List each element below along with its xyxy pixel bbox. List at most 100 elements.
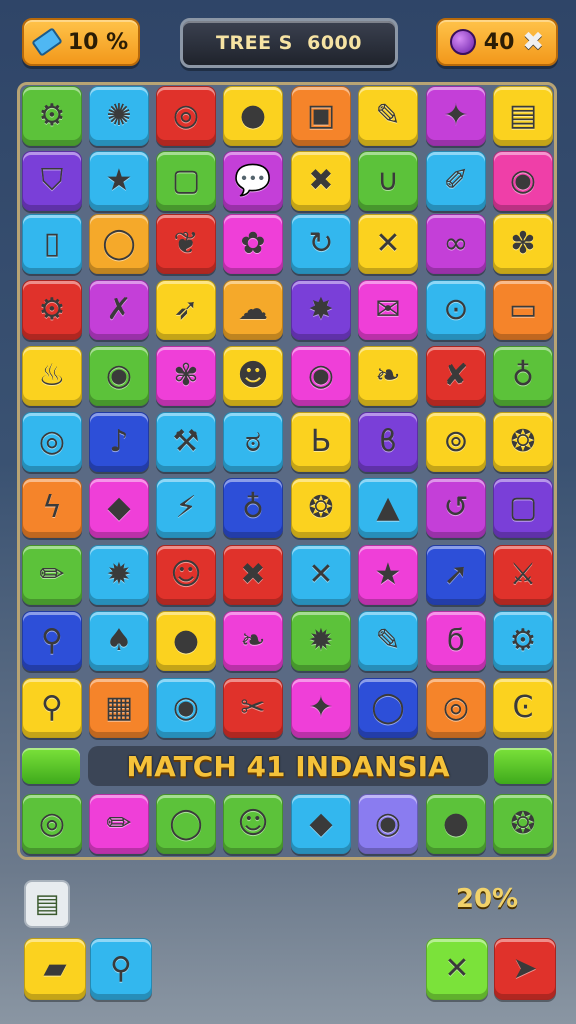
- game-tile[interactable]: ⚡: [156, 478, 216, 538]
- coil-icon: ◎: [442, 690, 470, 725]
- game-tile[interactable]: ❂: [493, 794, 553, 854]
- game-tile[interactable]: ⊚: [426, 412, 486, 472]
- game-tile[interactable]: ◉: [156, 678, 216, 738]
- game-tile[interactable]: ☺: [223, 794, 283, 854]
- game-tile[interactable]: ↻: [291, 214, 351, 274]
- game-tile[interactable]: ✘: [426, 346, 486, 406]
- game-tile[interactable]: ϐ: [358, 412, 418, 472]
- game-tile[interactable]: ☁: [223, 280, 283, 340]
- potion-counter-value: 40: [483, 29, 515, 55]
- game-tile[interactable]: ⚙: [22, 280, 82, 340]
- game-tile[interactable]: ✕: [358, 214, 418, 274]
- game-tile[interactable]: ✉: [358, 280, 418, 340]
- leaf-button[interactable]: ➤: [494, 938, 556, 1000]
- x-icon: ✖: [240, 557, 266, 592]
- game-tile[interactable]: ↺: [426, 478, 486, 538]
- game-tile[interactable]: ∞: [426, 214, 486, 274]
- game-tile[interactable]: ▲: [358, 478, 418, 538]
- game-tile[interactable]: ϭ: [426, 611, 486, 671]
- game-tile[interactable]: ●: [223, 86, 283, 146]
- game-tile[interactable]: Ͼ: [493, 678, 553, 738]
- game-tile[interactable]: ♁: [223, 478, 283, 538]
- game-tile[interactable]: ⚔: [493, 545, 553, 605]
- close-icon[interactable]: ✖: [522, 27, 544, 57]
- game-tile[interactable]: ◉: [358, 794, 418, 854]
- game-tile[interactable]: ✐: [426, 151, 486, 211]
- game-tile[interactable]: ✗: [89, 280, 149, 340]
- game-tile[interactable]: ✺: [89, 86, 149, 146]
- game-tile[interactable]: ✹: [89, 545, 149, 605]
- tools-button[interactable]: ✕: [426, 938, 488, 1000]
- game-tile[interactable]: ▤: [493, 86, 553, 146]
- game-tile[interactable]: ✖: [223, 545, 283, 605]
- game-tile[interactable]: ✽: [493, 214, 553, 274]
- game-tile[interactable]: ♠: [89, 611, 149, 671]
- game-tile[interactable]: ⚲: [22, 678, 82, 738]
- game-tile[interactable]: ♁: [493, 346, 553, 406]
- game-tile[interactable]: ▯: [22, 214, 82, 274]
- game-tile[interactable]: ▭: [493, 280, 553, 340]
- game-tile[interactable]: ▦: [89, 678, 149, 738]
- game-tile[interactable]: ✎: [358, 611, 418, 671]
- game-tile[interactable]: ◯: [89, 214, 149, 274]
- game-tile[interactable]: ⚙: [493, 611, 553, 671]
- game-tile[interactable]: ◎: [426, 678, 486, 738]
- game-tile[interactable]: ✂: [223, 678, 283, 738]
- game-tile[interactable]: ◉: [89, 346, 149, 406]
- tower-icon: ▲: [376, 490, 400, 525]
- game-tile[interactable]: ❧: [223, 611, 283, 671]
- game-tile[interactable]: ▢: [156, 151, 216, 211]
- progress-counter[interactable]: 10 %: [22, 18, 140, 66]
- game-tile[interactable]: ✦: [426, 86, 486, 146]
- game-tile[interactable]: Ь: [291, 412, 351, 472]
- game-tile[interactable]: ◎: [22, 794, 82, 854]
- game-tile[interactable]: ⚒: [156, 412, 216, 472]
- game-tile[interactable]: ⛉: [22, 151, 82, 211]
- game-tile[interactable]: ✹: [291, 611, 351, 671]
- game-tile[interactable]: ★: [358, 545, 418, 605]
- game-tile[interactable]: ◉: [291, 346, 351, 406]
- game-tile[interactable]: ★: [89, 151, 149, 211]
- game-tile[interactable]: ▢: [493, 478, 553, 538]
- game-tile[interactable]: ◉: [493, 151, 553, 211]
- game-tile[interactable]: ಠ: [223, 412, 283, 472]
- eraser-button[interactable]: ▰: [24, 938, 86, 1000]
- search-button[interactable]: ⚲: [90, 938, 152, 1000]
- game-tile[interactable]: ✏: [89, 794, 149, 854]
- game-tile[interactable]: ●: [426, 794, 486, 854]
- game-tile[interactable]: ❦: [156, 214, 216, 274]
- game-tile[interactable]: ✦: [291, 678, 351, 738]
- game-tile[interactable]: ◎: [22, 412, 82, 472]
- game-tile[interactable]: ⚙: [22, 86, 82, 146]
- game-tile[interactable]: ❧: [358, 346, 418, 406]
- game-tile[interactable]: ϟ: [22, 478, 82, 538]
- game-tile[interactable]: ◯: [358, 678, 418, 738]
- game-tile[interactable]: ◆: [89, 478, 149, 538]
- game-tile[interactable]: ◆: [291, 794, 351, 854]
- game-tile[interactable]: ☺: [156, 545, 216, 605]
- game-tile[interactable]: ✕: [291, 545, 351, 605]
- game-tile[interactable]: ◯: [156, 794, 216, 854]
- game-tile[interactable]: ♪: [89, 412, 149, 472]
- game-tile[interactable]: ➚: [426, 545, 486, 605]
- potion-counter[interactable]: 40 ✖: [436, 18, 558, 66]
- game-tile[interactable]: ∪: [358, 151, 418, 211]
- game-tile[interactable]: ◎: [156, 86, 216, 146]
- game-tile[interactable]: ✖: [291, 151, 351, 211]
- game-tile[interactable]: ⊙: [426, 280, 486, 340]
- game-tile[interactable]: ➶: [156, 280, 216, 340]
- game-tile[interactable]: 💬: [223, 151, 283, 211]
- game-tile[interactable]: ●: [156, 611, 216, 671]
- game-tile[interactable]: ✎: [358, 86, 418, 146]
- game-tile[interactable]: ▣: [291, 86, 351, 146]
- game-tile[interactable]: ✸: [291, 280, 351, 340]
- game-tile[interactable]: ♨: [22, 346, 82, 406]
- game-tile[interactable]: ✿: [223, 214, 283, 274]
- clipboard-button[interactable]: ▤: [24, 880, 70, 928]
- game-tile[interactable]: ❂: [493, 412, 553, 472]
- game-tile[interactable]: ✏: [22, 545, 82, 605]
- game-tile[interactable]: ❂: [291, 478, 351, 538]
- game-tile[interactable]: ✾: [156, 346, 216, 406]
- game-tile[interactable]: ⚲: [22, 611, 82, 671]
- game-tile[interactable]: ☻: [223, 346, 283, 406]
